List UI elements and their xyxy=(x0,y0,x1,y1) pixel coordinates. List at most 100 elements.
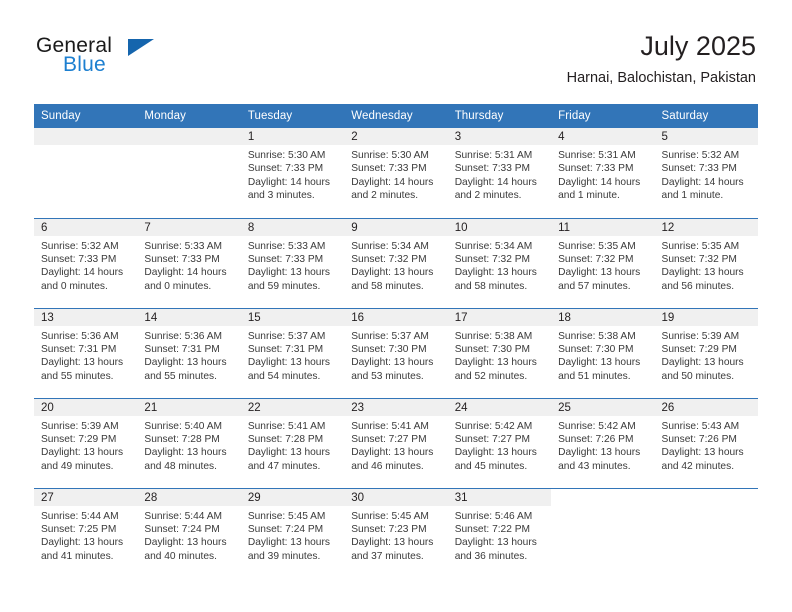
day-details: Sunrise: 5:39 AM Sunset: 7:29 PM Daylight:… xyxy=(34,416,137,474)
day-daylight-line: Daylight: 13 hours xyxy=(558,357,641,369)
calendar-cell-day[interactable]: 26 Sunrise: 5:43 AM Sunset: 7:26 PM Dayligh… xyxy=(654,397,758,488)
calendar-cell-day[interactable]: 21 Sunrise: 5:40 AM Sunset: 7:28 PM Dayligh… xyxy=(137,397,241,488)
page-title: July 2025 xyxy=(640,31,756,61)
calendar-cell-day[interactable]: 5 Sunrise: 5:32 AM Sunset: 7:33 PM Daylight… xyxy=(654,128,758,218)
day-sunrise-line: Sunrise: 5:45 AM xyxy=(247,510,326,522)
calendar-week-row: 13 Sunrise: 5:36 AM Sunset: 7:31 PM Dayligh… xyxy=(34,307,758,398)
day-number: 4 xyxy=(551,128,655,145)
day-number: 5 xyxy=(654,128,758,145)
day-daylight-line: Daylight: 14 hours xyxy=(558,176,641,188)
calendar-cell-day[interactable]: 22 Sunrise: 5:41 AM Sunset: 7:28 PM Dayligh… xyxy=(240,397,345,488)
calendar-cell-day[interactable]: 2 Sunrise: 5:30 AM Sunset: 7:33 PM Daylight… xyxy=(344,128,448,218)
day-sunrise-line: Sunrise: 5:34 AM xyxy=(454,240,533,252)
day-daylight-line: Daylight: 14 hours xyxy=(454,176,537,188)
day-daylight-line: Daylight: 14 hours xyxy=(247,176,330,188)
day-daylight-line: Daylight: 13 hours xyxy=(247,537,330,549)
day-sunrise-line: Sunrise: 5:36 AM xyxy=(41,330,119,342)
day-details: Sunrise: 5:36 AM Sunset: 7:31 PM Daylight:… xyxy=(137,326,240,384)
day-details xyxy=(34,145,137,149)
calendar-cell-day[interactable]: 19 Sunrise: 5:39 AM Sunset: 7:29 PM Dayligh… xyxy=(654,307,758,398)
calendar-week-row: 1 Sunrise: 5:30 AM Sunset: 7:33 PM Daylight… xyxy=(34,128,758,218)
day-details: Sunrise: 5:32 AM Sunset: 7:33 PM Daylight:… xyxy=(655,145,758,203)
day-number xyxy=(34,128,138,145)
calendar-cell-day[interactable]: 7 Sunrise: 5:33 AM Sunset: 7:33 PM Daylight… xyxy=(137,217,241,308)
weekday-header-thursday: Thursday xyxy=(447,104,552,128)
day-sunset-line: Sunset: 7:26 PM xyxy=(661,433,737,445)
calendar-cell-day[interactable]: 23 Sunrise: 5:41 AM Sunset: 7:27 PM Dayligh… xyxy=(344,397,448,488)
calendar-cell-day[interactable]: 4 Sunrise: 5:31 AM Sunset: 7:33 PM Daylight… xyxy=(551,128,655,218)
day-daylight-line: Daylight: 13 hours xyxy=(558,267,641,279)
calendar-grid: Sunday Monday Tuesday Wednesday Thursday… xyxy=(34,104,758,578)
day-sunset-line: Sunset: 7:30 PM xyxy=(454,343,531,355)
day-daylight-line: Daylight: 13 hours xyxy=(661,447,744,459)
day-details: Sunrise: 5:44 AM Sunset: 7:24 PM Daylight:… xyxy=(137,506,240,564)
day-number: 7 xyxy=(137,218,241,236)
day-details: Sunrise: 5:35 AM Sunset: 7:32 PM Daylight:… xyxy=(551,236,654,294)
day-sunrise-line: Sunrise: 5:39 AM xyxy=(41,420,119,432)
day-sunrise-line: Sunrise: 5:41 AM xyxy=(351,420,429,432)
day-sunset-line: Sunset: 7:33 PM xyxy=(351,163,427,175)
day-number: 24 xyxy=(447,398,552,416)
calendar-cell-day[interactable]: 10 Sunrise: 5:34 AM Sunset: 7:32 PM Dayligh… xyxy=(447,217,552,308)
day-number: 19 xyxy=(654,308,758,326)
day-details: Sunrise: 5:41 AM Sunset: 7:28 PM Daylight:… xyxy=(241,416,344,474)
day-daylight-line: and 2 minutes. xyxy=(454,190,522,202)
calendar-cell-day[interactable]: 15 Sunrise: 5:37 AM Sunset: 7:31 PM Dayligh… xyxy=(240,307,345,398)
day-sunset-line: Sunset: 7:33 PM xyxy=(558,163,634,175)
day-daylight-line: and 58 minutes. xyxy=(351,280,424,292)
calendar-cell-day[interactable]: 17 Sunrise: 5:38 AM Sunset: 7:30 PM Dayligh… xyxy=(447,307,552,398)
calendar-cell-day[interactable]: 3 Sunrise: 5:31 AM Sunset: 7:33 PM Daylight… xyxy=(447,128,552,218)
calendar-cell-day[interactable]: 14 Sunrise: 5:36 AM Sunset: 7:31 PM Dayligh… xyxy=(137,307,241,398)
calendar-cell-day[interactable]: 27 Sunrise: 5:44 AM Sunset: 7:25 PM Dayligh… xyxy=(34,487,138,578)
generalblue-logo[interactable]: General Blue xyxy=(36,34,236,84)
calendar-cell-day[interactable]: 25 Sunrise: 5:42 AM Sunset: 7:26 PM Dayligh… xyxy=(551,397,655,488)
calendar-cell-day[interactable]: 28 Sunrise: 5:44 AM Sunset: 7:24 PM Dayligh… xyxy=(137,487,241,578)
day-daylight-line: and 50 minutes. xyxy=(661,370,735,382)
day-daylight-line: and 47 minutes. xyxy=(247,460,321,472)
day-number: 12 xyxy=(654,218,758,236)
day-daylight-line: Daylight: 13 hours xyxy=(661,357,744,369)
day-sunrise-line: Sunrise: 5:35 AM xyxy=(661,240,740,252)
weekday-header-tuesday: Tuesday xyxy=(240,104,345,128)
calendar-cell-day[interactable]: 16 Sunrise: 5:37 AM Sunset: 7:30 PM Dayligh… xyxy=(344,307,448,398)
day-sunset-line: Sunset: 7:33 PM xyxy=(41,253,117,265)
calendar-cell-day[interactable]: 8 Sunrise: 5:33 AM Sunset: 7:33 PM Daylight… xyxy=(240,217,345,308)
day-daylight-line: Daylight: 14 hours xyxy=(661,176,744,188)
calendar-cell-day[interactable]: 11 Sunrise: 5:35 AM Sunset: 7:32 PM Dayligh… xyxy=(551,217,655,308)
day-sunset-line: Sunset: 7:33 PM xyxy=(247,253,324,265)
day-details: Sunrise: 5:30 AM Sunset: 7:33 PM Daylight:… xyxy=(344,145,447,203)
day-number: 16 xyxy=(344,308,448,326)
day-daylight-line: Daylight: 13 hours xyxy=(41,447,124,459)
weekday-header-saturday: Saturday xyxy=(654,104,758,128)
calendar-cell-day[interactable]: 20 Sunrise: 5:39 AM Sunset: 7:29 PM Dayligh… xyxy=(34,397,138,488)
calendar-cell-day[interactable]: 12 Sunrise: 5:35 AM Sunset: 7:32 PM Dayligh… xyxy=(654,217,758,308)
day-sunset-line: Sunset: 7:29 PM xyxy=(661,343,737,355)
day-sunrise-line: Sunrise: 5:35 AM xyxy=(558,240,636,252)
calendar-cell-day[interactable]: 30 Sunrise: 5:45 AM Sunset: 7:23 PM Dayligh… xyxy=(344,487,448,578)
day-daylight-line: and 57 minutes. xyxy=(558,280,631,292)
day-number: 25 xyxy=(551,398,655,416)
day-sunrise-line: Sunrise: 5:38 AM xyxy=(454,330,533,342)
day-details: Sunrise: 5:36 AM Sunset: 7:31 PM Daylight:… xyxy=(34,326,137,384)
weekday-header-monday: Monday xyxy=(137,104,241,128)
day-number: 1 xyxy=(240,128,345,145)
day-daylight-line: and 42 minutes. xyxy=(661,460,735,472)
day-daylight-line: and 56 minutes. xyxy=(661,280,735,292)
day-number: 27 xyxy=(34,488,138,506)
day-sunrise-line: Sunrise: 5:33 AM xyxy=(247,240,326,252)
day-sunrise-line: Sunrise: 5:42 AM xyxy=(454,420,533,432)
day-details xyxy=(551,506,654,510)
calendar-cell-day[interactable]: 18 Sunrise: 5:38 AM Sunset: 7:30 PM Dayligh… xyxy=(551,307,655,398)
calendar-cell-day[interactable]: 24 Sunrise: 5:42 AM Sunset: 7:27 PM Dayligh… xyxy=(447,397,552,488)
calendar-cell-day[interactable]: 6 Sunrise: 5:32 AM Sunset: 7:33 PM Daylight… xyxy=(34,217,138,308)
logo-triangle-icon xyxy=(128,39,154,56)
day-sunset-line: Sunset: 7:27 PM xyxy=(454,433,531,445)
calendar-cell-day[interactable]: 29 Sunrise: 5:45 AM Sunset: 7:24 PM Dayligh… xyxy=(240,487,345,578)
day-daylight-line: and 36 minutes. xyxy=(454,550,528,562)
day-daylight-line: and 45 minutes. xyxy=(454,460,528,472)
calendar-cell-day[interactable]: 31 Sunrise: 5:46 AM Sunset: 7:22 PM Dayligh… xyxy=(447,487,552,578)
day-number: 17 xyxy=(447,308,552,326)
calendar-cell-day[interactable]: 9 Sunrise: 5:34 AM Sunset: 7:32 PM Daylight… xyxy=(344,217,448,308)
calendar-cell-day[interactable]: 13 Sunrise: 5:36 AM Sunset: 7:31 PM Dayligh… xyxy=(34,307,138,398)
calendar-cell-day[interactable]: 1 Sunrise: 5:30 AM Sunset: 7:33 PM Daylight… xyxy=(240,128,345,218)
